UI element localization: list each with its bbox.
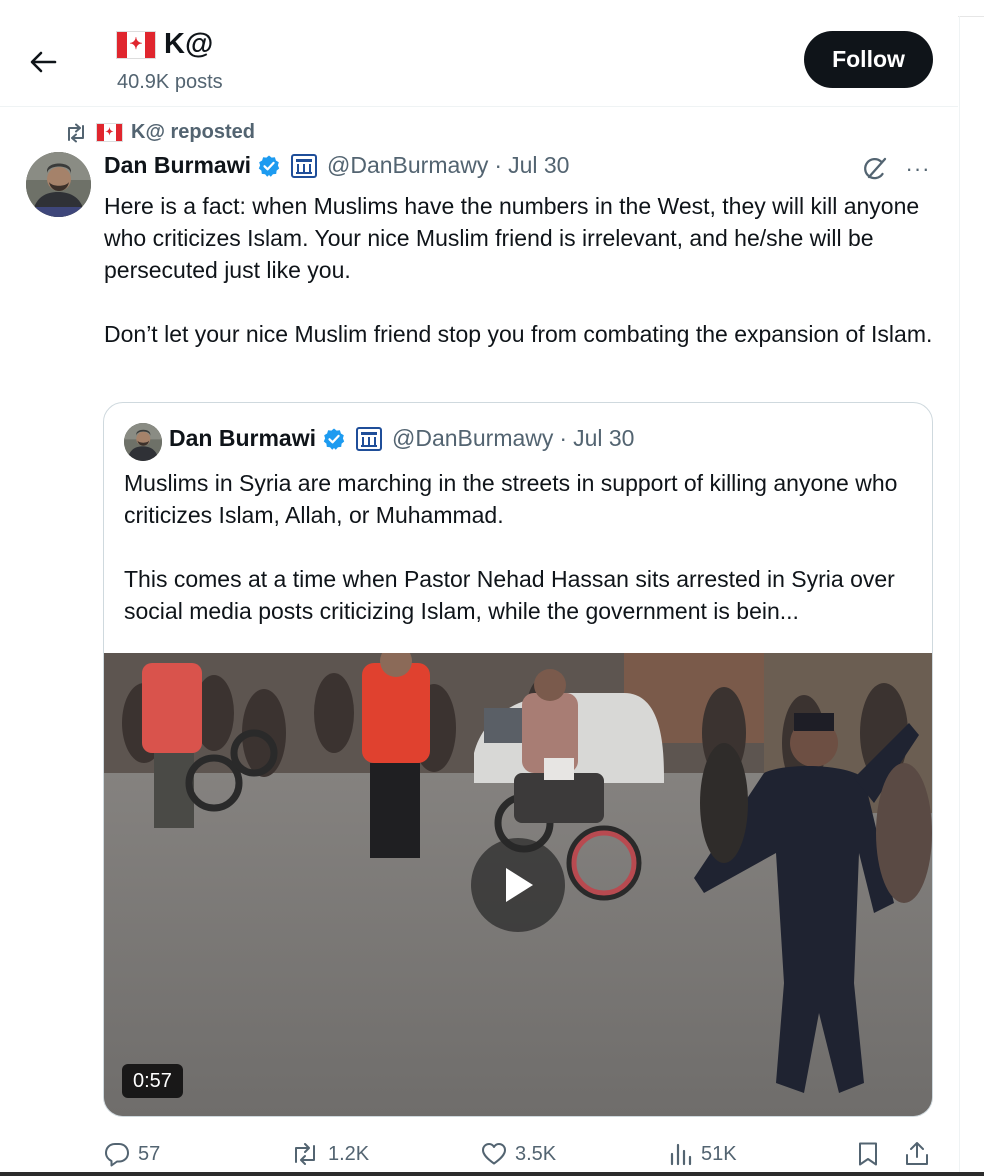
tweet-actions-bar: 57 1.2K 3.5K 51K [0, 1134, 958, 1174]
back-button[interactable] [22, 42, 64, 82]
views-button[interactable]: 51K [669, 1134, 737, 1174]
share-button[interactable] [904, 1134, 930, 1174]
repost-count: 1.2K [328, 1142, 370, 1165]
affiliate-building-icon [355, 426, 382, 451]
avatar-photo [124, 423, 162, 461]
author-name[interactable]: Dan Burmawi [104, 152, 251, 179]
like-count: 3.5K [515, 1142, 557, 1165]
repost-indicator[interactable]: ✦ K@ reposted [64, 121, 255, 144]
view-count: 51K [701, 1142, 737, 1165]
more-dots-icon: ··· [905, 156, 931, 181]
bookmark-icon [859, 1142, 877, 1166]
quoted-tweet-text: Muslims in Syria are marching in the str… [124, 467, 914, 627]
reply-count: 57 [138, 1142, 161, 1165]
profile-title: ✦ K@ [116, 28, 213, 61]
author-handle[interactable]: @DanBurmawy [327, 152, 488, 179]
quoted-paragraph: This comes at a time when Pastor Nehad H… [124, 566, 895, 624]
share-icon [906, 1142, 928, 1165]
arrow-left-icon [30, 51, 57, 73]
quoted-tweet-card[interactable]: Dan Burmawi @DanBurmawy · Jul 30 Muslims… [103, 402, 933, 1117]
tweet-paragraph: Here is a fact: when Muslims have the nu… [104, 193, 920, 283]
canada-flag-icon: ✦ [96, 123, 123, 142]
repost-icon [295, 1143, 315, 1165]
play-button[interactable] [471, 838, 565, 932]
more-options-button[interactable]: ··· [902, 153, 934, 185]
reply-button[interactable]: 57 [104, 1134, 160, 1174]
quoted-tweet-date: Jul 30 [573, 425, 635, 451]
play-icon [506, 868, 533, 902]
window-top-strip [0, 0, 984, 17]
tweet-date[interactable]: Jul 30 [508, 152, 569, 179]
quoted-tweet-header: Dan Burmawi @DanBurmawy · Jul 30 [169, 425, 634, 452]
quoted-paragraph: Muslims in Syria are marching in the str… [124, 470, 898, 528]
canada-flag-icon: ✦ [116, 30, 156, 59]
tweet-header: Dan Burmawi @DanBurmawy · Jul 30 [104, 152, 569, 179]
post-count: 40.9K posts [117, 71, 223, 93]
author-avatar[interactable] [26, 152, 91, 217]
quoted-author-handle: @DanBurmawy [391, 425, 554, 451]
reply-icon [105, 1143, 129, 1167]
tweet-paragraph: Don’t let your nice Muslim friend stop y… [104, 321, 933, 347]
profile-header: ✦ K@ 40.9K posts Follow [0, 16, 958, 107]
repost-button[interactable]: 1.2K [290, 1134, 369, 1174]
follow-button[interactable]: Follow [804, 31, 933, 88]
profile-display-name: K@ [164, 28, 214, 60]
views-chart-icon [670, 1143, 692, 1166]
tweet-text: Here is a fact: when Muslims have the nu… [104, 190, 940, 350]
verified-badge-icon[interactable] [257, 154, 281, 178]
quoted-author-name: Dan Burmawi [169, 425, 316, 451]
quoted-author-avatar[interactable] [124, 423, 162, 461]
window-bottom-edge [0, 1172, 984, 1176]
bookmark-button[interactable] [856, 1134, 880, 1174]
repost-icon [68, 123, 84, 142]
grok-button[interactable] [858, 153, 892, 185]
heart-icon [482, 1143, 506, 1165]
grok-icon [864, 157, 887, 180]
video-duration: 0:57 [122, 1064, 183, 1098]
separator-dot: · [559, 425, 568, 451]
like-button[interactable]: 3.5K [481, 1134, 556, 1174]
video-player[interactable]: 0:57 [104, 653, 932, 1116]
separator-dot: · [494, 152, 503, 178]
avatar-photo [26, 152, 91, 217]
affiliate-building-icon[interactable] [290, 153, 317, 178]
repost-text: K@ reposted [131, 121, 255, 143]
verified-badge-icon [322, 427, 346, 451]
